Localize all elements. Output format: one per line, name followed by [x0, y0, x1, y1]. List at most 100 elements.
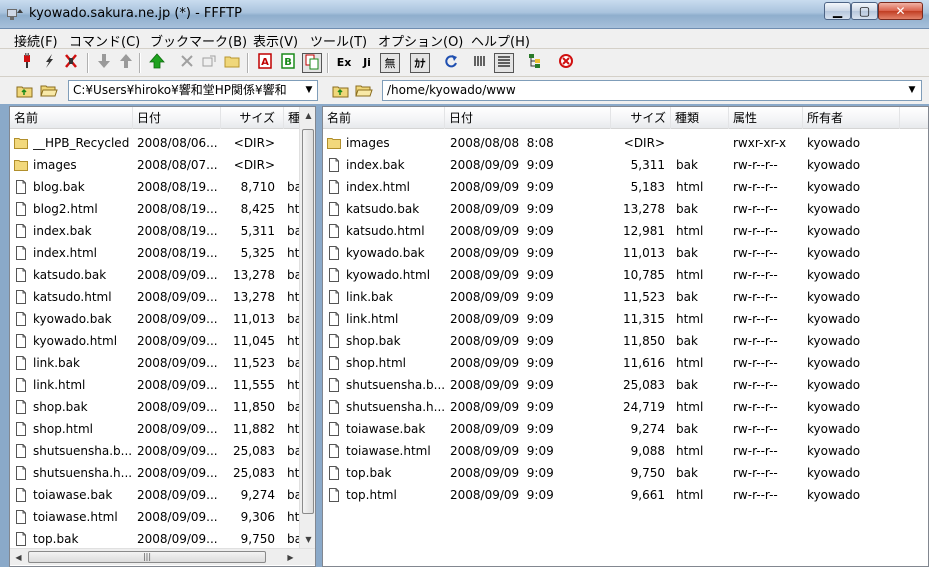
- local-file-row[interactable]: kyowado.html 2008/09/09... 11,045 ht: [10, 330, 299, 352]
- folder-open-icon[interactable]: [40, 83, 58, 99]
- remote-file-row[interactable]: toiawase.bak 2008/09/09 9:09 9,274 bak rw-r-…: [323, 418, 928, 440]
- remote-col-name[interactable]: 名前: [323, 107, 445, 129]
- delete-button[interactable]: [177, 53, 197, 73]
- title-bar[interactable]: kyowado.sakura.ne.jp (*) - FFFTP ▁ ▢ ✕: [0, 0, 929, 29]
- remote-path-input[interactable]: /home/kyowado/www: [382, 80, 922, 101]
- remote-file-row[interactable]: shutsuensha.b... 2008/09/09 9:09 25,083 bak…: [323, 374, 928, 396]
- upload-button[interactable]: [116, 53, 136, 73]
- local-file-row[interactable]: index.bak 2008/08/19... 5,311 ba: [10, 220, 299, 242]
- remote-file-row[interactable]: link.html 2008/09/09 9:09 11,315 html rw-r--…: [323, 308, 928, 330]
- remote-file-row[interactable]: shop.bak 2008/09/09 9:09 11,850 bak rw-r--r-…: [323, 330, 928, 352]
- remote-col-type[interactable]: 種類: [671, 107, 729, 129]
- local-file-row[interactable]: toiawase.html 2008/09/09... 9,306 ht: [10, 506, 299, 528]
- local-file-row[interactable]: katsudo.bak 2008/09/09... 13,278 ba: [10, 264, 299, 286]
- remote-file-owner: kyowado: [807, 356, 861, 370]
- folder-open-icon[interactable]: [355, 83, 373, 99]
- local-file-row[interactable]: shop.html 2008/09/09... 11,882 ht: [10, 418, 299, 440]
- kana-conversion-button[interactable]: ｶﾅ: [410, 53, 430, 73]
- scroll-left-icon[interactable]: ◀: [10, 549, 27, 566]
- remote-col-size[interactable]: サイズ: [611, 107, 671, 129]
- scroll-up-icon[interactable]: ▲: [300, 107, 315, 124]
- remote-file-row[interactable]: katsudo.bak 2008/09/09 9:09 13,278 bak rw-r-…: [323, 198, 928, 220]
- remote-col-date[interactable]: 日付: [445, 107, 611, 129]
- folder-up-icon[interactable]: [332, 83, 350, 99]
- remote-path-dropdown[interactable]: ▼: [905, 80, 919, 101]
- local-file-list[interactable]: 名前 日付 サイズ 種 __HPB_Recycled 2008/08/06... <…: [9, 106, 316, 567]
- remote-file-row[interactable]: shop.html 2008/09/09 9:09 11,616 html rw-r--…: [323, 352, 928, 374]
- close-button[interactable]: ✕: [878, 2, 923, 20]
- remote-file-row[interactable]: kyowado.bak 2008/09/09 9:09 11,013 bak rw-r-…: [323, 242, 928, 264]
- local-file-row[interactable]: katsudo.html 2008/09/09... 13,278 ht: [10, 286, 299, 308]
- local-file-row[interactable]: index.html 2008/08/19... 5,325 ht: [10, 242, 299, 264]
- exec-kanji-button[interactable]: Ex: [334, 53, 354, 73]
- local-file-row[interactable]: top.bak 2008/09/09... 9,750 ba: [10, 528, 299, 550]
- menu-connect[interactable]: 接続(F): [14, 31, 58, 50]
- mirror-upload-button[interactable]: [147, 53, 167, 73]
- local-vscroll-thumb[interactable]: [302, 129, 314, 514]
- local-file-row[interactable]: link.bak 2008/09/09... 11,523 ba: [10, 352, 299, 374]
- remote-file-row[interactable]: katsudo.html 2008/09/09 9:09 12,981 html rw-…: [323, 220, 928, 242]
- new-folder-button[interactable]: [222, 53, 242, 73]
- no-conversion-button[interactable]: 無: [380, 53, 400, 73]
- maximize-button[interactable]: ▢: [851, 2, 878, 20]
- local-file-row[interactable]: shutsuensha.b... 2008/09/09... 25,083 ba: [10, 440, 299, 462]
- disconnect-button[interactable]: [61, 53, 81, 73]
- minimize-button[interactable]: ▁: [824, 2, 851, 20]
- menu-tool[interactable]: ツール(T): [310, 31, 367, 50]
- auto-mode-button[interactable]: [302, 53, 322, 73]
- local-path-input[interactable]: C:¥Users¥hiroko¥響和堂HP関係¥響和: [68, 80, 318, 101]
- remote-file-row[interactable]: link.bak 2008/09/09 9:09 11,523 bak rw-r--r-…: [323, 286, 928, 308]
- file-icon: [329, 488, 339, 502]
- remote-file-row[interactable]: kyowado.html 2008/09/09 9:09 10,785 html rw-…: [323, 264, 928, 286]
- download-button[interactable]: [94, 53, 114, 73]
- local-file-row[interactable]: images 2008/08/07... <DIR>: [10, 154, 299, 176]
- local-col-name[interactable]: 名前: [10, 107, 133, 129]
- scroll-right-icon[interactable]: ▶: [282, 549, 299, 566]
- remote-file-row[interactable]: index.html 2008/09/09 9:09 5,183 html rw-r--…: [323, 176, 928, 198]
- remote-col-attr[interactable]: 属性: [729, 107, 803, 129]
- ascii-mode-button[interactable]: A: [255, 53, 275, 73]
- menu-bookmark[interactable]: ブックマーク(B): [150, 31, 247, 50]
- local-file-row[interactable]: shutsuensha.h... 2008/09/09... 25,083 ht: [10, 462, 299, 484]
- local-file-row[interactable]: link.html 2008/09/09... 11,555 ht: [10, 374, 299, 396]
- menu-help[interactable]: ヘルプ(H): [471, 31, 530, 50]
- local-file-row[interactable]: kyowado.bak 2008/09/09... 11,013 ba: [10, 308, 299, 330]
- tree-view-button[interactable]: [525, 53, 545, 73]
- local-vertical-scrollbar[interactable]: ▲ ▼: [299, 107, 315, 548]
- list-view-button[interactable]: [470, 53, 490, 73]
- remote-col-owner[interactable]: 所有者: [803, 107, 900, 129]
- folder-up-icon[interactable]: [16, 83, 34, 99]
- scroll-down-icon[interactable]: ▼: [300, 531, 315, 548]
- menu-option[interactable]: オプション(O): [378, 31, 463, 50]
- remote-file-type: bak: [676, 422, 698, 436]
- stop-button[interactable]: [556, 53, 576, 73]
- detail-view-button[interactable]: [494, 53, 514, 73]
- remote-file-row[interactable]: top.html 2008/09/09 9:09 9,661 html rw-r--r-…: [323, 484, 928, 506]
- local-file-row[interactable]: toiawase.bak 2008/09/09... 9,274 ba: [10, 484, 299, 506]
- quick-connect-button[interactable]: [39, 53, 59, 73]
- local-file-row[interactable]: blog.bak 2008/08/19... 8,710 ba: [10, 176, 299, 198]
- local-hscroll-thumb[interactable]: |||: [28, 551, 266, 563]
- remote-file-row[interactable]: top.bak 2008/09/09 9:09 9,750 bak rw-r--r-- k…: [323, 462, 928, 484]
- remote-file-row[interactable]: shutsuensha.h... 2008/09/09 9:09 24,719 htm…: [323, 396, 928, 418]
- local-file-row[interactable]: shop.bak 2008/09/09... 11,850 ba: [10, 396, 299, 418]
- local-file-row[interactable]: blog2.html 2008/08/19... 8,425 ht: [10, 198, 299, 220]
- local-horizontal-scrollbar[interactable]: ◀ ||| ▶: [10, 548, 315, 566]
- remote-file-size: 9,661: [630, 488, 665, 502]
- remote-file-row[interactable]: images 2008/08/08 8:08 <DIR> rwxr-xr-x kyowa…: [323, 132, 928, 154]
- local-col-date[interactable]: 日付: [133, 107, 221, 129]
- local-col-size[interactable]: サイズ: [221, 107, 284, 129]
- local-file-row[interactable]: __HPB_Recycled 2008/08/06... <DIR>: [10, 132, 299, 154]
- remote-file-list[interactable]: 名前 日付 サイズ 種類 属性 所有者 images 2008/08/08 8:0…: [322, 106, 929, 567]
- remote-file-row[interactable]: index.bak 2008/09/09 9:09 5,311 bak rw-r--r-…: [323, 154, 928, 176]
- rename-button[interactable]: [199, 53, 219, 73]
- local-path-dropdown[interactable]: ▼: [302, 80, 316, 101]
- remote-file-row[interactable]: toiawase.html 2008/09/09 9:09 9,088 html rw-…: [323, 440, 928, 462]
- menu-command[interactable]: コマンド(C): [69, 31, 140, 50]
- jis-kanji-button[interactable]: Ji: [357, 53, 377, 73]
- file-icon: [16, 532, 26, 546]
- connect-button[interactable]: [17, 53, 37, 73]
- binary-mode-button[interactable]: B: [278, 53, 298, 73]
- refresh-button[interactable]: [441, 53, 461, 73]
- menu-view[interactable]: 表示(V): [253, 31, 298, 50]
